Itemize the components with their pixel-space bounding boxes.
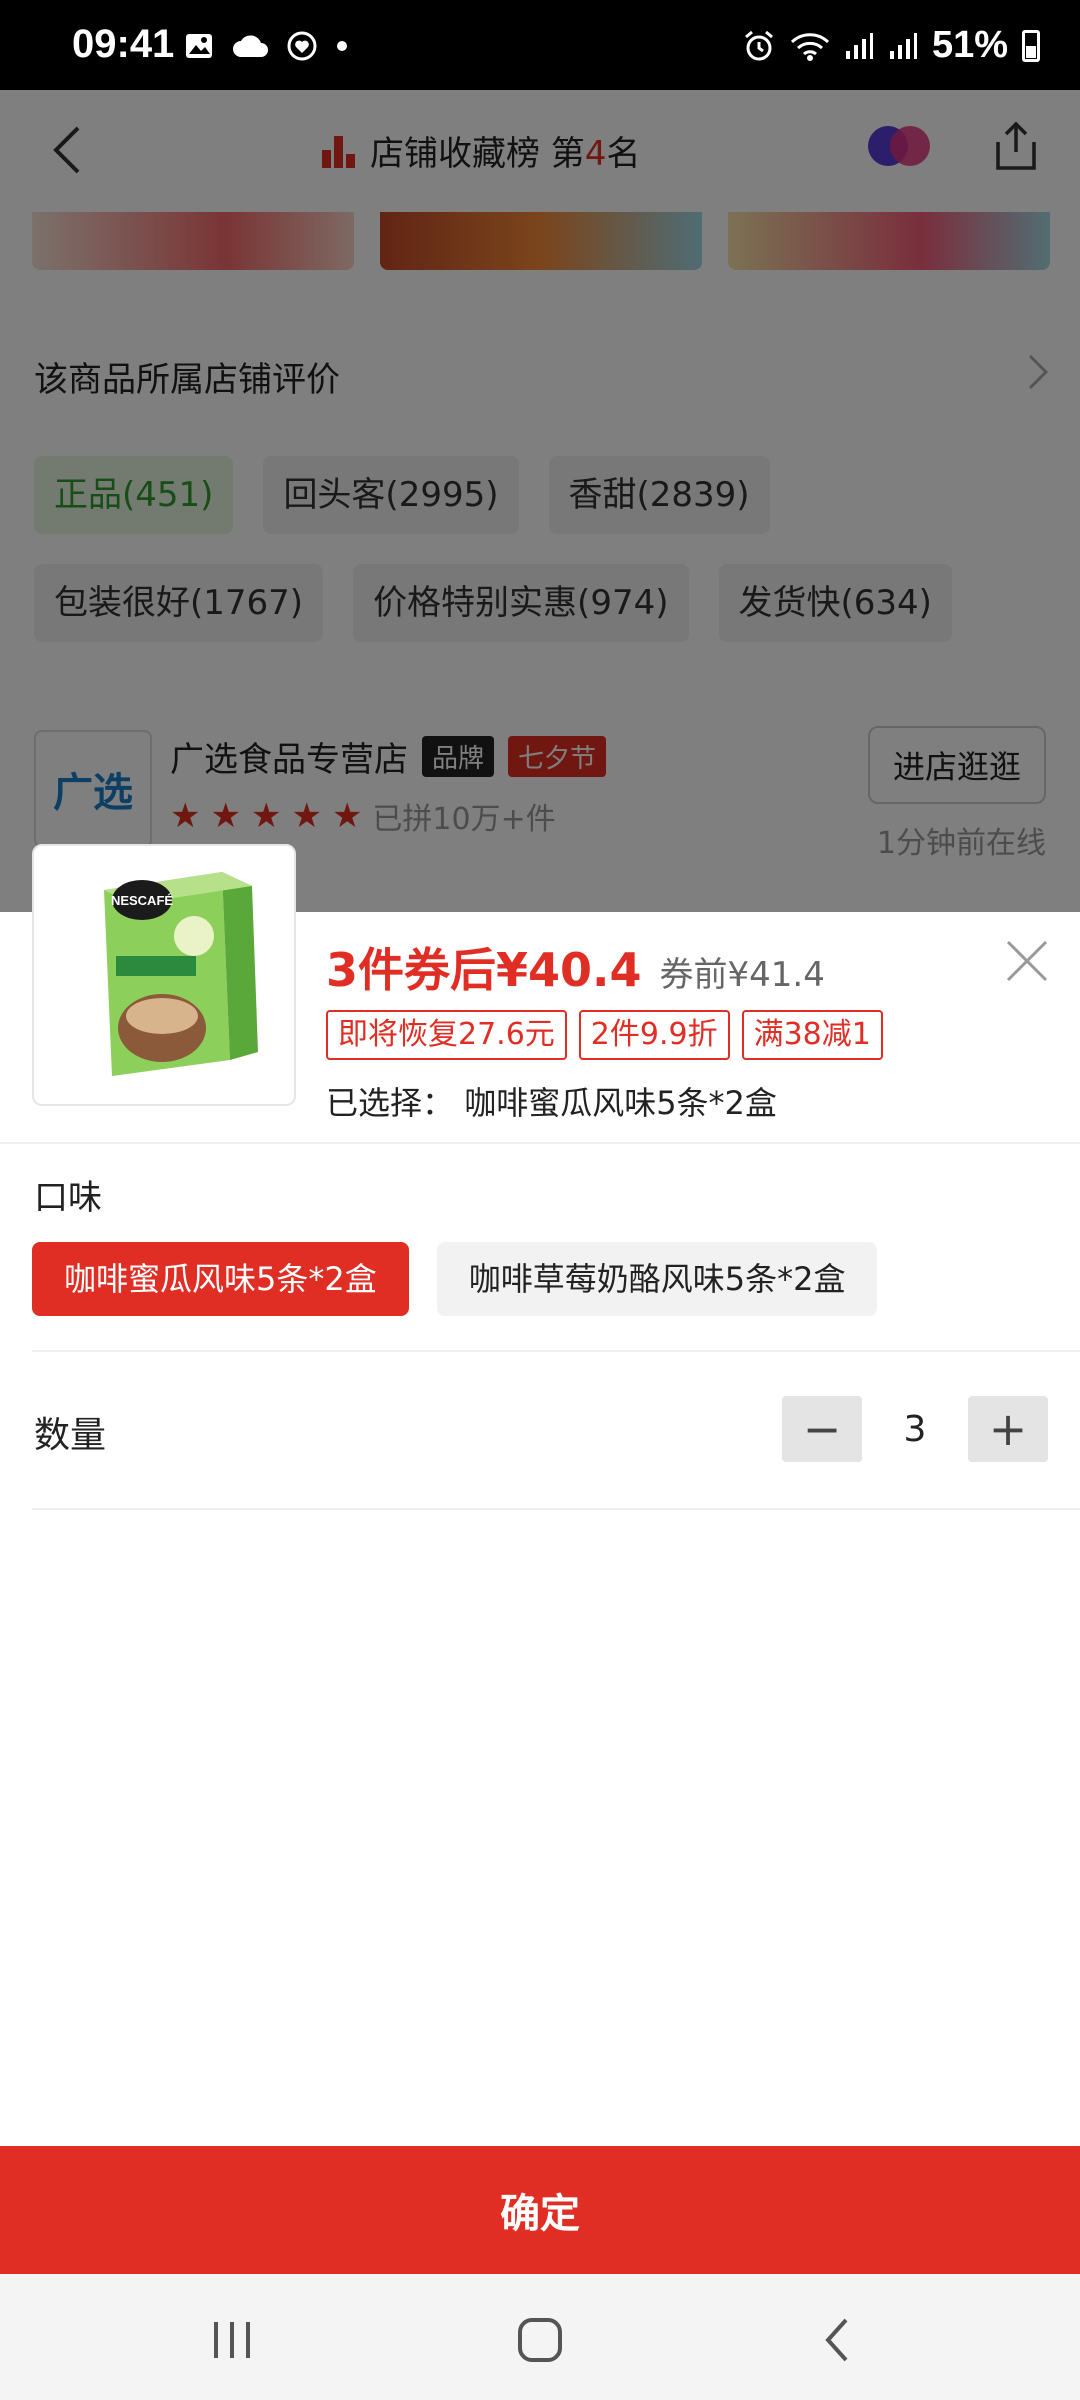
- increase-button[interactable]: +: [968, 1396, 1048, 1462]
- flavor-option[interactable]: 咖啡草莓奶酪风味5条*2盒: [436, 1242, 878, 1316]
- battery-icon: [1022, 29, 1040, 62]
- product-brand-text: NESCAFÉ: [111, 893, 173, 908]
- dot-icon: [337, 41, 347, 51]
- selected-label: 已选择：: [326, 1084, 455, 1122]
- promo-tags: 即将恢复27.6元 2件9.9折 满38减1: [326, 1010, 883, 1060]
- divider: [32, 1350, 1080, 1352]
- back-icon[interactable]: [808, 2310, 868, 2370]
- alarm-icon: [744, 30, 773, 60]
- promo-tag: 满38减1: [741, 1010, 883, 1060]
- quantity-value[interactable]: 3: [862, 1409, 968, 1450]
- product-image[interactable]: NESCAFÉ: [32, 844, 296, 1106]
- signal-icon-1: [845, 32, 873, 59]
- home-icon[interactable]: [510, 2310, 570, 2370]
- system-status-icons: 51%: [742, 24, 1040, 67]
- close-icon[interactable]: [1004, 938, 1050, 984]
- confirm-button[interactable]: 确定: [0, 2146, 1080, 2274]
- coffee-box-illustration: NESCAFÉ: [34, 846, 294, 1104]
- price-row: 3件券后¥40.4 券前¥41.4: [326, 934, 825, 1000]
- modal-overlay[interactable]: [0, 90, 1080, 912]
- quantity-label: 数量: [34, 1415, 107, 1456]
- flavor-label: 口味: [34, 1178, 102, 1218]
- status-time: 09:41: [72, 22, 175, 66]
- battery-percent: 51%: [931, 24, 1008, 66]
- status-bar: 09:41 51%: [0, 0, 1080, 90]
- cloud-icon: [233, 35, 268, 57]
- promo-tag: 即将恢复27.6元: [326, 1010, 567, 1060]
- wifi-icon: [790, 32, 829, 61]
- coupon-price: 3件券后¥40.4: [326, 943, 642, 997]
- divider: [32, 1508, 1080, 1510]
- divider: [0, 1142, 1080, 1144]
- decrease-button[interactable]: −: [782, 1396, 862, 1462]
- flavor-options: 咖啡蜜瓜风味5条*2盒 咖啡草莓奶酪风味5条*2盒: [32, 1242, 878, 1316]
- recent-apps-icon[interactable]: [202, 2310, 262, 2370]
- selected-value: 咖啡蜜瓜风味5条*2盒: [464, 1084, 777, 1122]
- selected-sku: 已选择： 咖啡蜜瓜风味5条*2盒: [326, 1078, 777, 1124]
- signal-icon-2: [889, 32, 917, 59]
- notification-icons: [184, 30, 348, 62]
- heart-sync-icon: [287, 31, 317, 61]
- quantity-stepper: − 3 +: [782, 1396, 1048, 1462]
- flavor-option-selected[interactable]: 咖啡蜜瓜风味5条*2盒: [32, 1242, 409, 1316]
- gallery-icon: [186, 34, 212, 58]
- promo-tag: 2件9.9折: [578, 1010, 730, 1060]
- system-nav-bar: [0, 2274, 1080, 2400]
- pre-coupon-price: 券前¥41.4: [659, 955, 825, 995]
